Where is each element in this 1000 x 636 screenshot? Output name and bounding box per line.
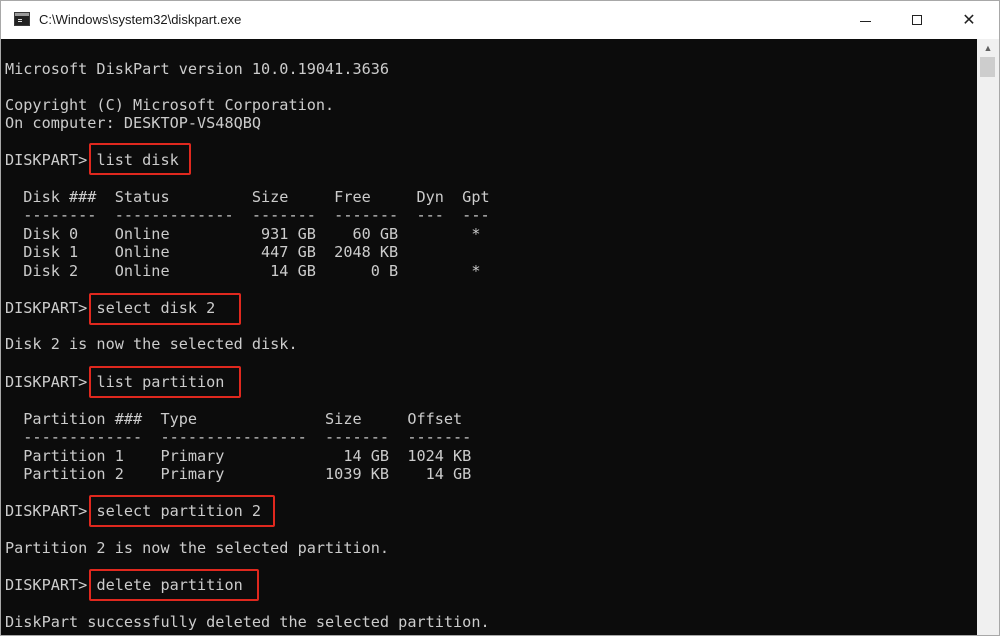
disk-table-row: Disk 2 Online 14 GB 0 B * <box>5 262 481 280</box>
scroll-up-arrow-icon[interactable]: ▲ <box>977 39 999 56</box>
disk-table-row: Disk 0 Online 931 GB 60 GB * <box>5 225 481 243</box>
close-icon: ✕ <box>962 12 976 29</box>
vertical-scrollbar[interactable]: ▲ <box>977 39 999 635</box>
disk-table-header: Disk ### Status Size Free Dyn Gpt <box>5 188 490 206</box>
disk-table-row: Disk 1 Online 447 GB 2048 KB <box>5 243 399 261</box>
title-bar[interactable]: C:\Windows\system32\diskpart.exe ✕ <box>1 1 999 39</box>
computer-line: On computer: DESKTOP-VS48QBQ <box>5 114 262 132</box>
minimize-icon <box>859 20 871 22</box>
disk-table-divider: -------- ------------- ------- ------- -… <box>5 206 490 224</box>
maximize-button[interactable] <box>891 1 943 39</box>
highlight-box-delete-partition <box>89 569 259 601</box>
window-title: C:\Windows\system32\diskpart.exe <box>39 12 242 27</box>
select-disk-result: Disk 2 is now the selected disk. <box>5 335 298 353</box>
close-button[interactable]: ✕ <box>943 1 995 39</box>
prompt: DISKPART> <box>5 151 97 169</box>
prompt: DISKPART> <box>5 373 97 391</box>
select-partition-result: Partition 2 is now the selected partitio… <box>5 539 390 557</box>
minimize-button[interactable] <box>839 1 891 39</box>
scrollbar-thumb[interactable] <box>980 57 995 77</box>
highlight-box-select-disk <box>89 293 241 325</box>
partition-table-header: Partition ### Type Size Offset <box>5 410 463 428</box>
console-app-icon <box>14 12 30 26</box>
version-line: Microsoft DiskPart version 10.0.19041.36… <box>5 60 390 78</box>
prompt: DISKPART> <box>5 576 97 594</box>
highlight-box-list-partition <box>89 366 241 398</box>
highlight-box-select-partition <box>89 495 275 527</box>
copyright-line: Copyright (C) Microsoft Corporation. <box>5 96 335 114</box>
prompt: DISKPART> <box>5 502 97 520</box>
delete-result: DiskPart successfully deleted the select… <box>5 613 490 631</box>
partition-table-row: Partition 1 Primary 14 GB 1024 KB <box>5 447 472 465</box>
partition-table-row: Partition 2 Primary 1039 KB 14 GB <box>5 465 472 483</box>
highlight-box-list-disk <box>89 143 191 175</box>
console-output[interactable]: Microsoft DiskPart version 10.0.19041.36… <box>1 39 977 635</box>
prompt: DISKPART> <box>5 299 97 317</box>
maximize-icon <box>912 15 922 25</box>
diskpart-window: C:\Windows\system32\diskpart.exe ✕ Micro… <box>0 0 1000 636</box>
partition-table-divider: ------------- ---------------- ------- -… <box>5 428 472 446</box>
